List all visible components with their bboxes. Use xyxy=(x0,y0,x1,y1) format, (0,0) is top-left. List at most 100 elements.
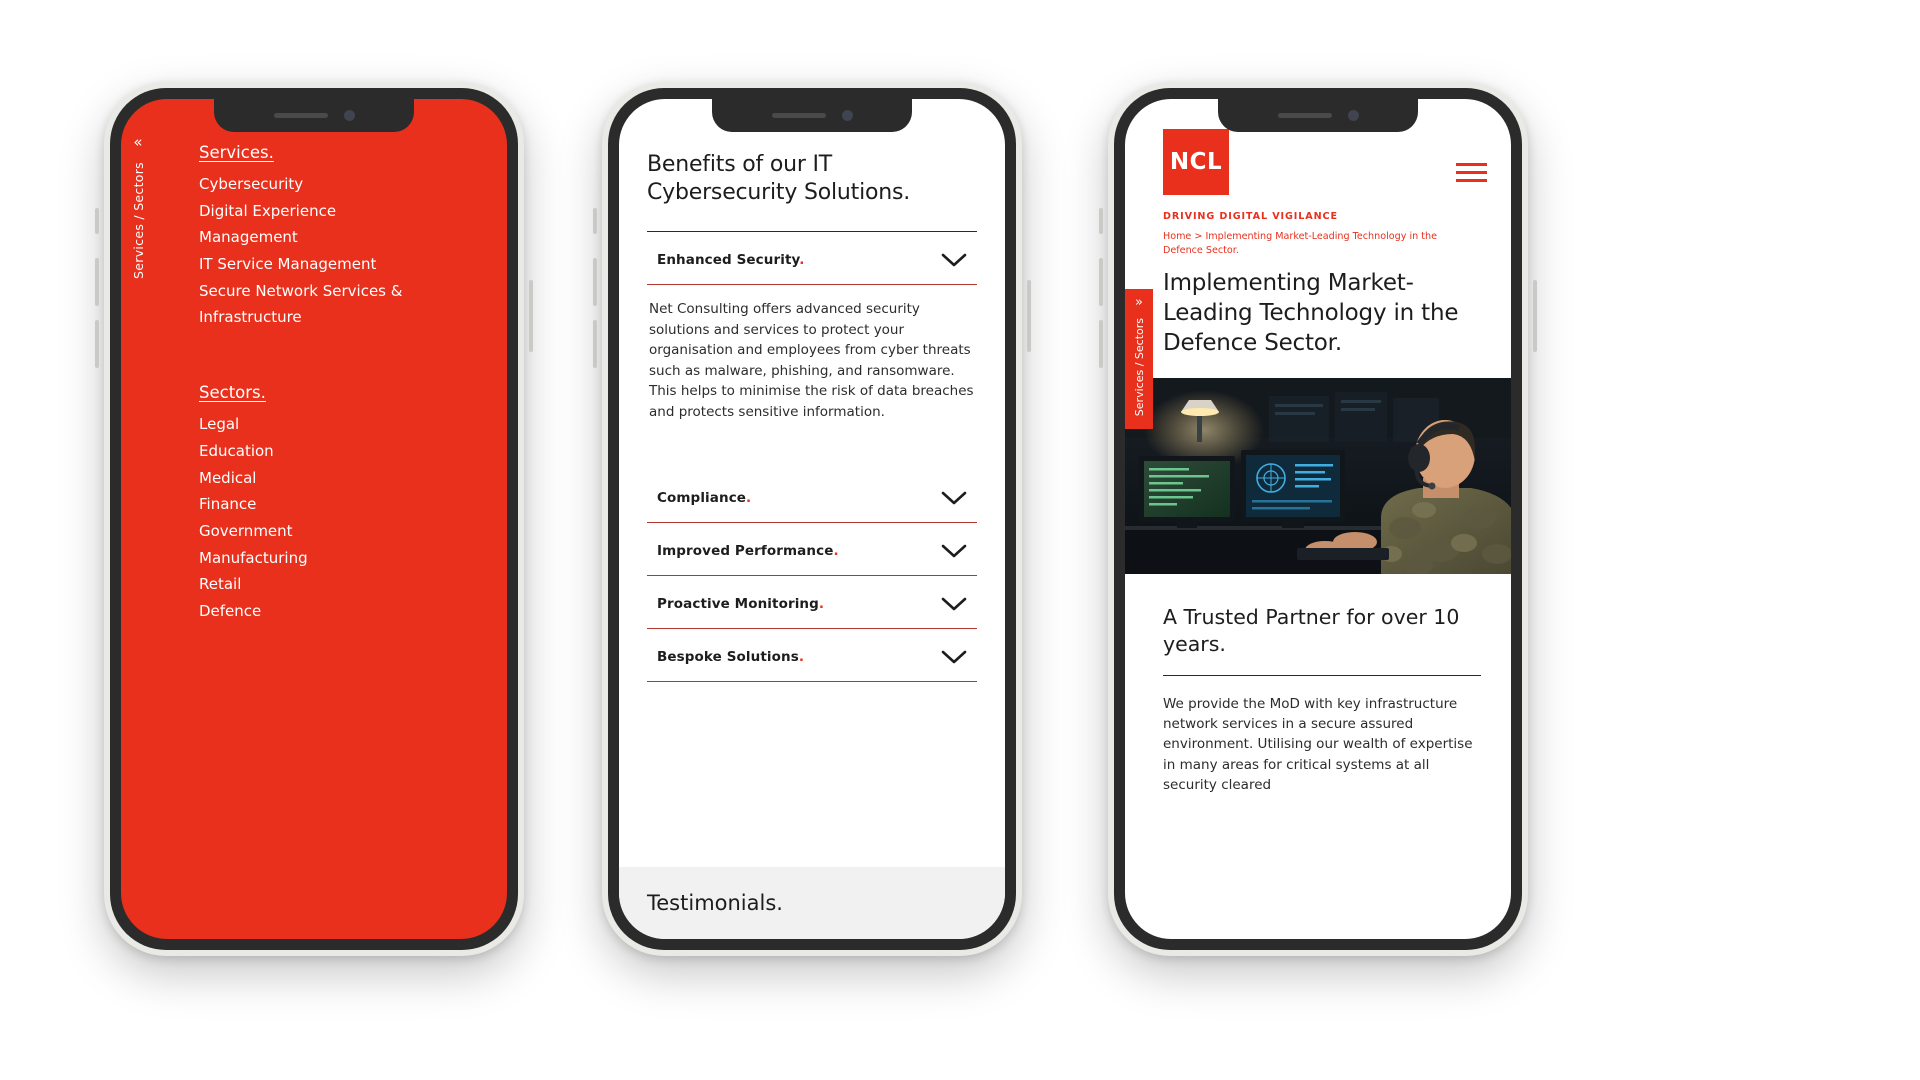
accordion-item-compliance: Compliance. xyxy=(647,470,977,524)
chevron-down-icon[interactable] xyxy=(941,491,967,506)
benefits-screen: Benefits of our IT Cybersecurity Solutio… xyxy=(619,99,1005,939)
menu-item-defence[interactable]: Defence xyxy=(199,598,479,625)
device-notch xyxy=(214,99,414,132)
menu-item-legal[interactable]: Legal xyxy=(199,411,479,438)
accordion-item-enhanced-security: Enhanced Security. Net Consulting offers… xyxy=(647,232,977,422)
hero-image xyxy=(1125,378,1511,575)
menu-item-education[interactable]: Education xyxy=(199,438,479,465)
accent-period: . xyxy=(818,596,825,613)
accordion-header[interactable]: Compliance. xyxy=(647,470,977,522)
accordion-header[interactable]: Improved Performance. xyxy=(647,523,977,575)
menu-heading-services[interactable]: Services. xyxy=(199,143,479,162)
accordion-label: Improved Performance. xyxy=(657,543,839,559)
phone-mockup-article: NCL DRIVING DIGITAL VIGILANCE Home > Imp… xyxy=(1099,82,1537,956)
accordion-header[interactable]: Proactive Monitoring. xyxy=(647,576,977,628)
accordion-body: Net Consulting offers advanced security … xyxy=(649,301,974,420)
page-title: Benefits of our IT Cybersecurity Solutio… xyxy=(647,152,911,206)
power-button[interactable] xyxy=(529,280,533,352)
earpiece-speaker xyxy=(1277,113,1332,118)
menu-body: Services. Cybersecurity Digital Experien… xyxy=(121,99,507,625)
ncl-logo-text: NCL xyxy=(1169,149,1223,175)
menu-group-sectors: Sectors. Legal Education Medical Finance… xyxy=(199,383,479,625)
menu-item-management[interactable]: Management xyxy=(199,224,479,251)
accordion-header[interactable]: Bespoke Solutions. xyxy=(647,629,977,681)
testimonials-heading: Testimonials. xyxy=(647,891,783,915)
accordion-label-text: Enhanced Security xyxy=(657,252,800,269)
accent-period: . xyxy=(833,543,839,560)
section-heading: A Trusted Partner for over 10 years. xyxy=(1163,605,1460,656)
volume-down-button[interactable] xyxy=(95,320,99,368)
phone-mockup-benefits: Benefits of our IT Cybersecurity Solutio… xyxy=(593,82,1031,956)
menu-item-digital-experience[interactable]: Digital Experience xyxy=(199,198,479,225)
ncl-logo[interactable]: NCL xyxy=(1163,129,1229,195)
device-notch xyxy=(1218,99,1418,132)
chevron-down-icon[interactable] xyxy=(941,597,967,612)
services-sectors-tab-label: Services / Sectors xyxy=(130,162,146,279)
article-body: A Trusted Partner for over 10 years. We … xyxy=(1125,574,1511,795)
front-camera xyxy=(1347,110,1359,121)
volume-up-button[interactable] xyxy=(95,258,99,306)
chevron-down-icon[interactable] xyxy=(941,650,967,665)
menu-item-retail[interactable]: Retail xyxy=(199,571,479,598)
accordion-label: Compliance. xyxy=(657,490,751,506)
volume-down-button[interactable] xyxy=(593,320,597,368)
mute-switch[interactable] xyxy=(1099,208,1103,234)
volume-down-button[interactable] xyxy=(1099,320,1103,368)
mute-switch[interactable] xyxy=(593,208,597,234)
power-button[interactable] xyxy=(1027,280,1031,352)
volume-up-button[interactable] xyxy=(1099,258,1103,306)
accent-period: . xyxy=(798,649,805,666)
accordion-header[interactable]: Enhanced Security. xyxy=(647,232,977,284)
menu-group-services: Services. Cybersecurity Digital Experien… xyxy=(199,143,479,331)
phone-mockup-menu: « Services / Sectors Services. Cybersecu… xyxy=(95,82,533,956)
menu-item-finance[interactable]: Finance xyxy=(199,491,479,518)
screenshot-stage: « Services / Sectors Services. Cybersecu… xyxy=(0,0,1920,1080)
volume-up-button[interactable] xyxy=(593,258,597,306)
site-tagline: DRIVING DIGITAL VIGILANCE xyxy=(1163,211,1338,222)
accordion-item-improved-performance: Improved Performance. xyxy=(647,523,977,577)
earpiece-speaker xyxy=(771,113,826,118)
chevron-down-icon[interactable] xyxy=(941,253,967,268)
accordion-label: Proactive Monitoring. xyxy=(657,596,824,612)
services-sectors-tab[interactable]: » Services / Sectors xyxy=(1125,289,1153,429)
phone-bezel: « Services / Sectors Services. Cybersecu… xyxy=(110,88,518,950)
accordion-label-text: Improved Performance xyxy=(657,543,834,560)
accordion-label: Bespoke Solutions. xyxy=(657,649,804,665)
accent-period: . xyxy=(746,490,752,507)
power-button[interactable] xyxy=(1533,280,1537,352)
chevron-down-icon[interactable] xyxy=(941,544,967,559)
mute-switch[interactable] xyxy=(95,208,99,234)
menu-item-medical[interactable]: Medical xyxy=(199,465,479,492)
chevron-right-icon: » xyxy=(1135,295,1143,310)
menu-item-it-service-management[interactable]: IT Service Management xyxy=(199,251,479,278)
services-sectors-tab[interactable]: « Services / Sectors xyxy=(121,127,155,279)
article-screen: NCL DRIVING DIGITAL VIGILANCE Home > Imp… xyxy=(1125,99,1511,939)
menu-item-manufacturing[interactable]: Manufacturing xyxy=(199,545,479,572)
hamburger-bar xyxy=(1456,171,1487,174)
phone-bezel: NCL DRIVING DIGITAL VIGILANCE Home > Imp… xyxy=(1114,88,1522,950)
menu-item-government[interactable]: Government xyxy=(199,518,479,545)
breadcrumb[interactable]: Home > Implementing Market-Leading Techn… xyxy=(1125,222,1511,259)
phone-bezel: Benefits of our IT Cybersecurity Solutio… xyxy=(608,88,1016,950)
hero-image-illustration xyxy=(1125,378,1511,575)
menu-item-cybersecurity[interactable]: Cybersecurity xyxy=(199,171,479,198)
hamburger-menu-icon[interactable] xyxy=(1456,163,1487,182)
menu-screen: « Services / Sectors Services. Cybersecu… xyxy=(121,99,507,939)
testimonials-section: Testimonials. xyxy=(619,867,1005,939)
accordion-divider xyxy=(647,681,977,683)
section-divider xyxy=(1163,674,1481,676)
accordion-label-text: Bespoke Solutions xyxy=(657,649,799,666)
accent-period: . xyxy=(799,252,805,269)
hamburger-bar xyxy=(1456,179,1487,182)
section-paragraph: We provide the MoD with key infrastructu… xyxy=(1163,695,1473,793)
earpiece-speaker xyxy=(273,113,328,118)
article-title: Implementing Market-Leading Technology i… xyxy=(1163,269,1459,356)
accordion-item-proactive-monitoring: Proactive Monitoring. xyxy=(647,576,977,630)
menu-item-infrastructure[interactable]: Infrastructure xyxy=(199,304,479,331)
accordion-label-text: Proactive Monitoring xyxy=(657,596,819,613)
menu-item-secure-network-services[interactable]: Secure Network Services & xyxy=(199,278,479,305)
menu-heading-sectors[interactable]: Sectors. xyxy=(199,383,479,402)
accordion-label: Enhanced Security. xyxy=(657,252,804,268)
services-sectors-tab-label: Services / Sectors xyxy=(1132,318,1146,417)
